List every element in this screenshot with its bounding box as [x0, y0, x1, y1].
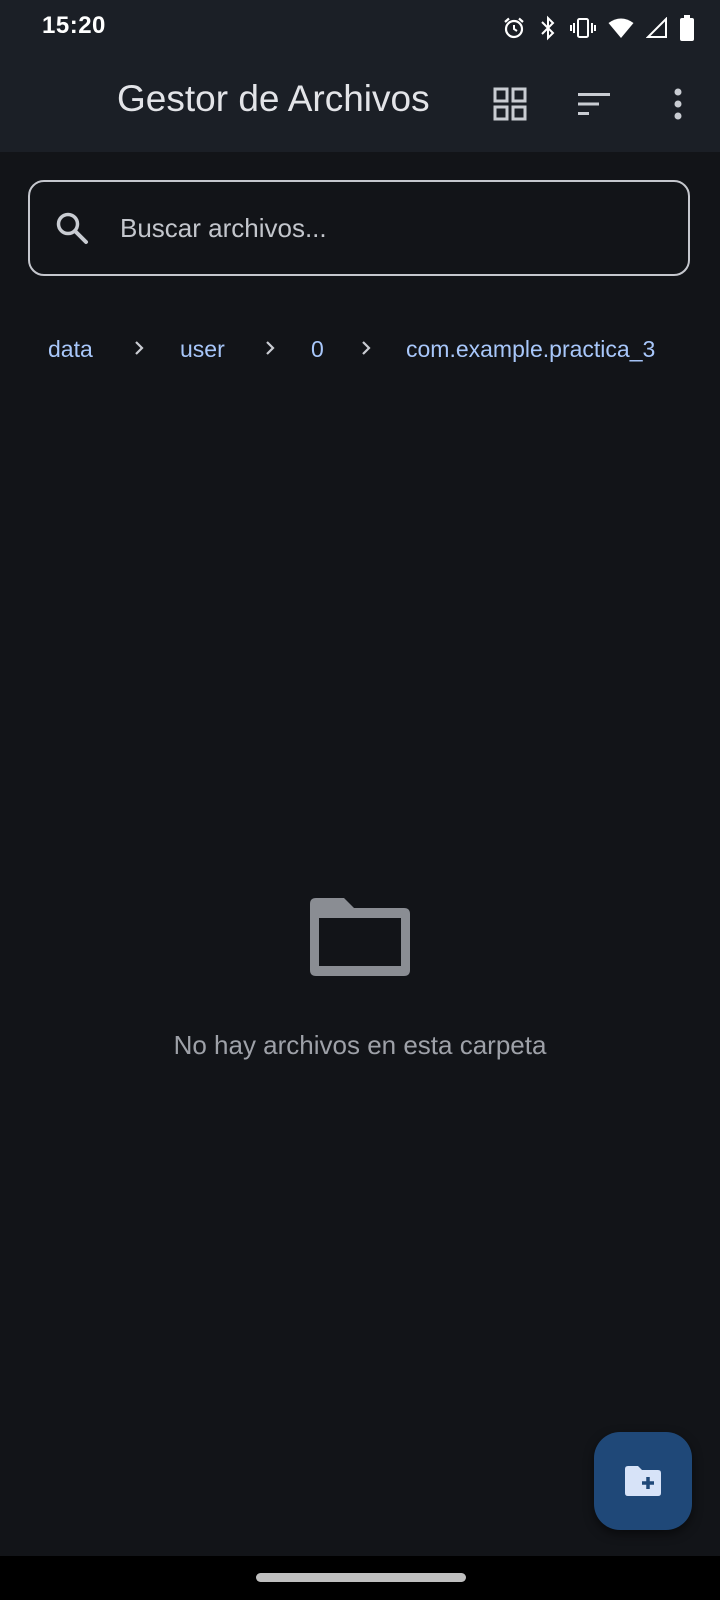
vibrate-icon: [570, 16, 596, 40]
more-options-icon: [674, 88, 682, 120]
home-gesture-handle[interactable]: [256, 1573, 466, 1582]
signal-icon: [646, 17, 668, 39]
create-folder-button[interactable]: [594, 1432, 692, 1530]
app-title: Gestor de Archivos: [117, 78, 430, 119]
breadcrumb-item-0[interactable]: 0: [311, 336, 324, 363]
breadcrumb-item-data[interactable]: data: [48, 336, 93, 363]
folder-icon: [310, 898, 410, 976]
search-field[interactable]: [28, 180, 690, 276]
search-input[interactable]: [120, 182, 660, 274]
more-options-button[interactable]: [654, 80, 702, 128]
grid-view-button[interactable]: [486, 80, 534, 128]
navigation-bar: [0, 1556, 720, 1600]
chevron-right-icon: [266, 341, 275, 355]
breadcrumb-item-package[interactable]: com.example.practica_3: [406, 336, 655, 363]
alarm-icon: [502, 16, 526, 40]
status-icons: [502, 14, 694, 42]
breadcrumb-item-user[interactable]: user: [180, 336, 225, 363]
empty-state-message: No hay archivos en esta carpeta: [173, 1030, 547, 1060]
sort-button[interactable]: [570, 80, 618, 128]
app-bar: Gestor de Archivos: [0, 56, 720, 152]
breadcrumb: data user 0 com.example.practica_3: [0, 326, 720, 374]
bluetooth-icon: [538, 15, 558, 41]
wifi-icon: [608, 17, 634, 39]
status-time: 15:20: [42, 12, 106, 39]
chevron-right-icon: [135, 341, 144, 355]
create-folder-icon: [625, 1466, 661, 1496]
status-bar: 15:20: [0, 0, 720, 56]
chevron-right-icon: [362, 341, 371, 355]
battery-icon: [680, 15, 694, 41]
search-icon: [56, 212, 88, 244]
grid-view-icon: [493, 87, 527, 121]
sort-icon: [578, 93, 610, 115]
